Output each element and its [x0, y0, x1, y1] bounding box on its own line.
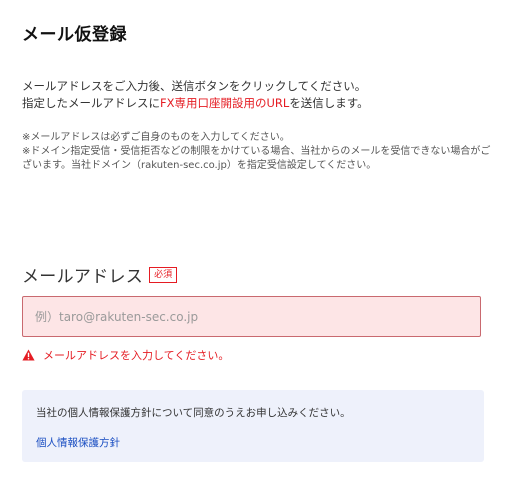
intro-text: メールアドレスをご入力後、送信ボタンをクリックしてください。 指定したメールアド…: [22, 78, 369, 112]
warning-triangle-icon: [22, 349, 35, 361]
email-error-message: メールアドレスを入力してください。: [22, 347, 229, 363]
intro-line-2: 指定したメールアドレスにFX専用口座開設用のURLを送信します。: [22, 95, 369, 112]
intro-line-2-prefix: 指定したメールアドレスに: [22, 96, 160, 110]
required-badge: 必須: [149, 266, 178, 283]
email-error-text: メールアドレスを入力してください。: [43, 349, 230, 362]
intro-line-2-suffix: を送信します。: [289, 96, 369, 110]
intro-highlight-url: FX専用口座開設用のURL: [160, 96, 290, 110]
privacy-notice-text: 当社の個人情報保護方針について同意のうえお申し込みください。: [36, 407, 351, 419]
note-own-email: ※メールアドレスは必ずご自身のものを入力してください。: [22, 132, 290, 143]
email-field-label-row: メールアドレス 必須: [22, 262, 178, 287]
notes: ※メールアドレスは必ずご自身のものを入力してください。 ※ドメイン指定受信・受信…: [22, 131, 492, 173]
intro-line-1: メールアドレスをご入力後、送信ボタンをクリックしてください。: [22, 79, 367, 93]
note-domain-settings: ※ドメイン指定受信・受信拒否などの制限をかけている場合、当社からのメールを受信で…: [22, 146, 491, 171]
email-input[interactable]: [22, 296, 481, 337]
privacy-notice-box: 当社の個人情報保護方針について同意のうえお申し込みください。 個人情報保護方針: [22, 390, 484, 462]
email-field-label: メールアドレス: [22, 267, 144, 287]
privacy-policy-link[interactable]: 個人情報保護方針: [36, 435, 120, 450]
page-title: メール仮登録: [22, 25, 127, 45]
